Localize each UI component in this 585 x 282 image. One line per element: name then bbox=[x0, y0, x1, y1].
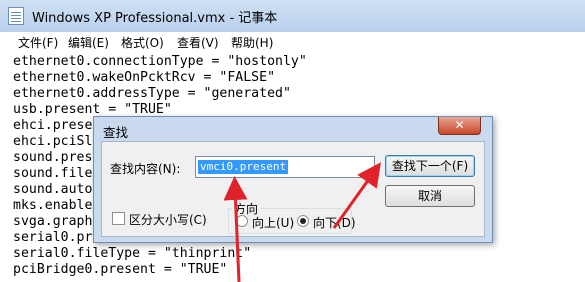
menu-bar: 文件(F) 编辑(E) 格式(O) 查看(V) 帮助(H) bbox=[0, 32, 585, 53]
title-bar[interactable]: Windows XP Professional.vmx - 记事本 bbox=[0, 0, 585, 33]
menu-format[interactable]: 格式(O) bbox=[121, 34, 164, 51]
editor-line: ethernet0.wakeOnPcktRcv = "FALSE" bbox=[13, 70, 276, 85]
editor-line: serial0.pr bbox=[13, 230, 93, 245]
find-what-input[interactable]: vmci0.present bbox=[195, 156, 375, 178]
editor-line: sound.pres bbox=[13, 150, 93, 165]
direction-up-radio[interactable] bbox=[236, 215, 248, 227]
menu-edit[interactable]: 编辑(E) bbox=[68, 34, 109, 51]
close-button[interactable]: ✕ bbox=[438, 117, 481, 135]
direction-down-label[interactable]: 向下(D) bbox=[313, 214, 356, 231]
editor-line: svga.graph bbox=[13, 214, 93, 229]
direction-down-radio[interactable] bbox=[297, 215, 309, 227]
find-dialog-title: 查找 bbox=[103, 125, 129, 140]
notepad-icon bbox=[8, 7, 24, 25]
editor-line: mks.enable bbox=[13, 198, 93, 213]
find-dialog: 查找 ✕ 查找内容(N): vmci0.present 查找下一个(F) 取消 … bbox=[93, 116, 493, 243]
editor-line: ehci.pciSl bbox=[13, 134, 93, 149]
menu-help[interactable]: 帮助(H) bbox=[231, 34, 273, 51]
find-next-button[interactable]: 查找下一个(F) bbox=[385, 155, 475, 177]
direction-up-label[interactable]: 向上(U) bbox=[252, 214, 294, 231]
editor-line: ethernet0.connectionType = "hostonly" bbox=[13, 54, 307, 69]
editor-line: ethernet0.addressType = "generated" bbox=[13, 86, 291, 101]
match-case-label[interactable]: 区分大小写(C) bbox=[129, 211, 207, 228]
match-case-checkbox[interactable] bbox=[112, 212, 125, 225]
editor-line: serial0.fileType = "thinprint" bbox=[13, 246, 252, 261]
window-title: Windows XP Professional.vmx - 记事本 bbox=[32, 11, 278, 26]
editor-line: ehci.prese bbox=[13, 118, 93, 133]
find-dialog-body: 查找内容(N): vmci0.present 查找下一个(F) 取消 区分大小写… bbox=[101, 141, 485, 237]
editor-line: sound.auto bbox=[13, 182, 93, 197]
menu-file[interactable]: 文件(F) bbox=[18, 34, 58, 51]
menu-view[interactable]: 查看(V) bbox=[177, 34, 219, 51]
editor-line: pciBridge0.present = "TRUE" bbox=[13, 262, 228, 277]
editor-line: sound.file bbox=[13, 166, 93, 181]
notepad-window: Windows XP Professional.vmx - 记事本 文件(F) … bbox=[0, 0, 585, 282]
cancel-button[interactable]: 取消 bbox=[385, 185, 475, 207]
find-what-label: 查找内容(N): bbox=[110, 162, 181, 176]
find-what-value: vmci0.present bbox=[198, 160, 289, 174]
